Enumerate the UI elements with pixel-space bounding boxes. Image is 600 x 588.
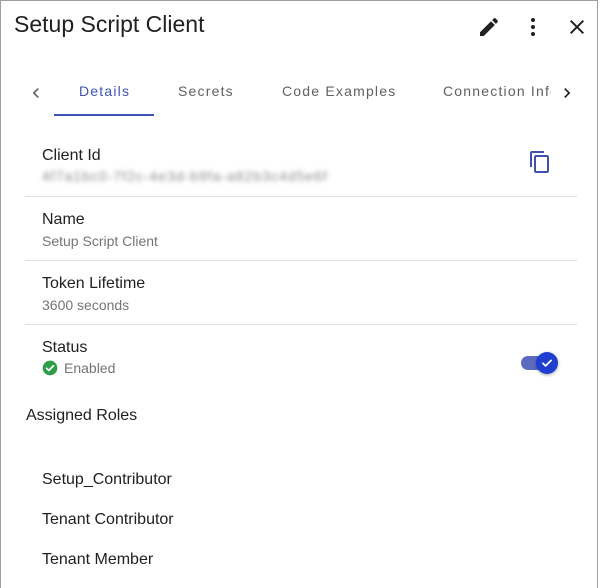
tabs-scroll-right-button[interactable] [555, 81, 579, 105]
more-vert-icon [531, 18, 535, 36]
detail-row-token-lifetime: Token Lifetime 3600 seconds [25, 261, 577, 325]
status-value: Enabled [42, 360, 115, 376]
tab-connection-info[interactable]: Connection Info [443, 83, 551, 99]
tab-secrets[interactable]: Secrets [178, 83, 234, 99]
tab-connection-info-clip: Connection Info [443, 71, 551, 111]
name-value: Setup Script Client [42, 233, 158, 249]
detail-row-status: Status Enabled [25, 325, 577, 395]
client-id-value: 4f7a1bc0-7f2c-4e3d-b9fa-a82b3c4d5e6f [42, 168, 328, 184]
check-circle-icon [42, 360, 58, 376]
role-item: Setup_Contributor [42, 471, 172, 488]
role-item: Tenant Member [42, 551, 154, 568]
active-tab-indicator [54, 114, 154, 116]
detail-row-name: Name Setup Script Client [25, 197, 577, 261]
tab-code-examples[interactable]: Code Examples [282, 83, 396, 99]
chevron-left-icon [32, 88, 39, 98]
tabs-scroll-left-button[interactable] [24, 81, 48, 105]
copy-icon [530, 151, 549, 173]
panel-header: Setup Script Client [1, 1, 600, 53]
client-id-label: Client Id [42, 147, 101, 164]
edit-button[interactable] [475, 13, 503, 41]
client-detail-panel: Setup Script Client Details Secrets Code… [0, 0, 598, 588]
name-label: Name [42, 211, 85, 228]
token-lifetime-label: Token Lifetime [42, 275, 146, 292]
more-options-button[interactable] [519, 13, 547, 41]
toggle-thumb [536, 352, 558, 374]
status-label: Status [42, 339, 88, 356]
tab-bar: Details Secrets Code Examples Connection… [1, 71, 600, 117]
close-icon [570, 20, 584, 34]
status-toggle[interactable] [521, 352, 558, 374]
role-item: Tenant Contributor [42, 511, 174, 528]
edit-icon [480, 17, 499, 36]
token-lifetime-value: 3600 seconds [42, 297, 130, 313]
copy-client-id-button[interactable] [528, 149, 552, 175]
detail-row-client-id: Client Id 4f7a1bc0-7f2c-4e3d-b9fa-a82b3c… [25, 133, 577, 197]
page-title: Setup Script Client [14, 11, 205, 37]
tab-details[interactable]: Details [79, 83, 130, 99]
status-text: Enabled [64, 360, 116, 376]
chevron-right-icon [564, 88, 571, 98]
check-icon [542, 359, 552, 367]
close-button[interactable] [563, 13, 591, 41]
assigned-roles-heading: Assigned Roles [26, 407, 138, 424]
